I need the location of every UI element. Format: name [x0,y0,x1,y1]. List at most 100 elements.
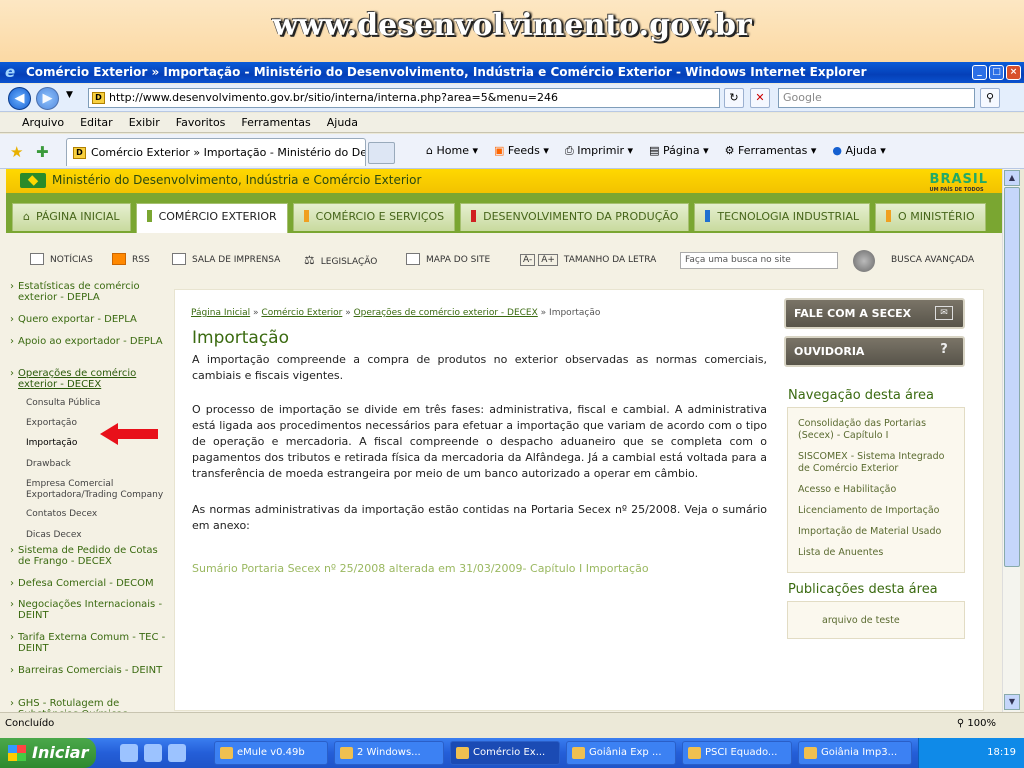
star-icon[interactable]: ★ [10,143,23,161]
font-decrease-button[interactable]: A- [520,254,536,266]
quicklaunch-icon[interactable] [144,744,162,762]
nav-o-ministerio[interactable]: O MINISTÉRIO [875,203,986,231]
sidebar-sub-drawback[interactable]: Drawback [26,459,172,470]
sidebar-item-tec[interactable]: Tarifa Externa Comum - TEC - DEINT [10,632,168,654]
nav-desenvolvimento-producao[interactable]: DESENVOLVIMENTO DA PRODUÇÃO [460,203,690,231]
sidebar-sub-consulta[interactable]: Consulta Pública [26,398,172,409]
search-input[interactable]: Google [778,88,975,108]
nav-link-siscomex[interactable]: SISCOMEX - Sistema Integrado de Comércio… [798,451,958,475]
taskbar-item[interactable]: Goiânia Exp ... [566,741,676,765]
menu-ajuda[interactable]: Ajuda [319,113,366,132]
home-icon: ⌂ [23,210,30,223]
quick-launch [120,744,186,762]
sidebar-item-defesa-comercial[interactable]: Defesa Comercial - DECOM [10,578,168,589]
sidebar-item-estatisticas[interactable]: Estatísticas de comércio exterior - DEPL… [10,281,168,303]
vertical-scrollbar[interactable]: ▲ ▼ [1002,169,1020,712]
scroll-thumb[interactable] [1004,187,1020,567]
close-button[interactable]: × [1006,65,1021,80]
nav-link-licenciamento[interactable]: Licenciamento de Importação [798,505,958,517]
cmd-page[interactable]: ▤ Página ▾ [649,143,709,159]
ear-icon: ? [940,342,948,357]
forward-icon[interactable]: ▶ [36,87,59,110]
menu-exibir[interactable]: Exibir [121,113,168,132]
refresh-icon[interactable]: ↻ [724,88,744,108]
breadcrumb-comercio-exterior[interactable]: Comércio Exterior [261,308,342,318]
nav-link-acesso[interactable]: Acesso e Habilitação [798,484,958,496]
add-favorite-icon[interactable]: ✚ [36,143,49,161]
sidebar-sub-dicas[interactable]: Dicas Decex [26,530,172,541]
util-legislacao[interactable]: ⚖ LEGISLAÇÃO [304,253,377,269]
sidebar-item-apoio-exportador[interactable]: Apoio ao exportador - DEPLA [10,336,168,347]
util-font-size[interactable]: A- A+ TAMANHO DA LETRA [520,253,656,267]
nav-link-material-usado[interactable]: Importação de Material Usado [798,526,958,538]
system-tray: 18:19 [918,738,1024,768]
util-noticias[interactable]: NOTÍCIAS [30,253,93,267]
zoom-control[interactable]: ⚲ 100% [957,713,996,735]
sidebar-sub-empresa-comercial[interactable]: Empresa Comercial Exportadora/Trading Co… [26,479,172,501]
marker-icon [705,210,711,222]
cmd-help[interactable]: ● Ajuda ▾ [832,143,885,159]
sidebar-item-ghs[interactable]: GHS - Rotulagem de Substâncias Químicas [10,698,168,712]
nav-pagina-inicial[interactable]: ⌂ PÁGINA INICIAL [12,203,131,231]
back-icon[interactable]: ◀ [8,87,31,110]
ouvidoria-button[interactable]: OUVIDORIA? [784,336,965,367]
nav-comercio-servicos[interactable]: COMÉRCIO E SERVIÇOS [292,203,456,231]
taskbar-item[interactable]: 2 Windows... [334,741,444,765]
menu-favoritos[interactable]: Favoritos [168,113,234,132]
pub-link-arquivo[interactable]: arquivo de teste [822,615,982,627]
menu-bar: Arquivo Editar Exibir Favoritos Ferramen… [0,113,1024,133]
sidebar-item-cotas-frango[interactable]: Sistema de Pedido de Cotas de Frango - D… [10,545,168,567]
portaria-link[interactable]: Sumário Portaria Secex nº 25/2008 altera… [192,562,649,575]
menu-ferramentas[interactable]: Ferramentas [233,113,318,132]
sidebar-item-negociacoes[interactable]: Negociações Internacionais - DEINT [10,599,168,621]
util-rss[interactable]: RSS [112,253,150,267]
sidebar-sub-contatos[interactable]: Contatos Decex [26,509,172,520]
taskbar-item[interactable]: Comércio Ex... [450,741,560,765]
nav-link-anuentes[interactable]: Lista de Anuentes [798,547,958,559]
nav-tecnologia-industrial[interactable]: TECNOLOGIA INDUSTRIAL [694,203,871,231]
nav-link-consolidacao[interactable]: Consolidação das Portarias (Secex) - Cap… [798,418,958,442]
scroll-down-icon[interactable]: ▼ [1004,694,1020,710]
cmd-tools[interactable]: ⚙ Ferramentas ▾ [725,143,817,159]
taskbar-item[interactable]: eMule v0.49b [214,741,328,765]
browser-tab[interactable]: D Comércio Exterior » Importação - Minis… [66,138,366,166]
magnifier-icon[interactable] [853,250,875,272]
sidebar-item-barreiras[interactable]: Barreiras Comerciais - DEINT [10,665,168,676]
window-titlebar: e Comércio Exterior » Importação - Minis… [0,62,1024,83]
marker-icon [146,210,152,222]
font-increase-button[interactable]: A+ [538,254,558,266]
history-dropdown-icon[interactable]: ▼ [66,90,73,100]
browser-window: e Comércio Exterior » Importação - Minis… [0,62,1024,738]
quicklaunch-icon[interactable] [120,744,138,762]
util-sala-imprensa[interactable]: SALA DE IMPRENSA [172,253,280,267]
url-input[interactable]: D http://www.desenvolvimento.gov.br/siti… [88,88,720,108]
nav-comercio-exterior[interactable]: COMÉRCIO EXTERIOR [135,203,288,233]
rss-icon [112,253,126,265]
advanced-search-link[interactable]: BUSCA AVANÇADA [891,253,974,267]
cmd-home[interactable]: ⌂ Home ▾ [426,143,478,159]
menu-arquivo[interactable]: Arquivo [14,113,72,132]
cmd-print[interactable]: ⎙ Imprimir ▾ [565,143,633,159]
cmd-feeds[interactable]: ▣ Feeds ▾ [494,143,549,159]
favicon-icon: D [73,147,86,159]
stop-icon[interactable]: ✕ [750,88,770,108]
fale-com-secex-button[interactable]: FALE COM A SECEX ✉ [784,298,965,329]
breadcrumb-home[interactable]: Página Inicial [191,308,250,318]
breadcrumb-operacoes[interactable]: Operações de comércio exterior - DECEX [354,308,538,318]
menu-editar[interactable]: Editar [72,113,121,132]
sidebar-item-quero-exportar[interactable]: Quero exportar - DEPLA [10,314,168,325]
search-icon[interactable]: ⚲ [980,88,1000,108]
util-mapa-site[interactable]: MAPA DO SITE [406,253,490,267]
new-tab-button[interactable] [368,142,395,164]
maximize-button[interactable]: □ [989,65,1004,80]
taskbar-item[interactable]: PSCI Equado... [682,741,792,765]
minimize-button[interactable]: _ [972,65,987,80]
main-content: Página Inicial » Comércio Exterior » Ope… [174,289,984,711]
taskbar-item[interactable]: Goiânia Imp3... [798,741,912,765]
start-button[interactable]: Iniciar [0,738,96,768]
sitemap-icon [406,253,420,265]
sidebar-item-operacoes[interactable]: Operações de comércio exterior - DECEX [10,368,168,390]
scroll-up-icon[interactable]: ▲ [1004,170,1020,186]
quicklaunch-icon[interactable] [168,744,186,762]
site-search-input[interactable]: Faça uma busca no site [680,252,838,269]
